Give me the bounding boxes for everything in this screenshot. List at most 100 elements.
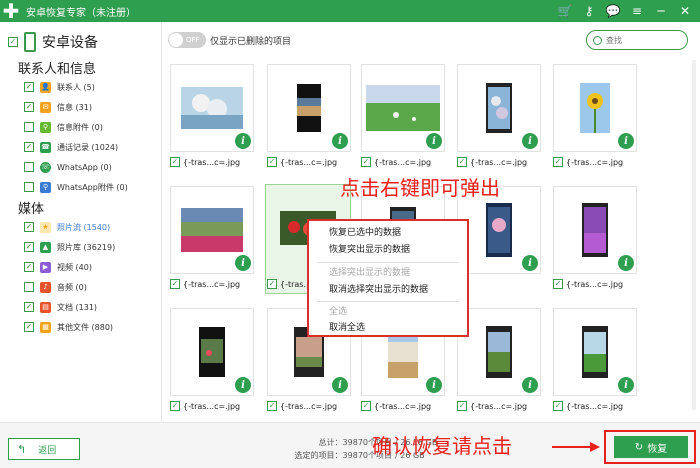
file-checkbox[interactable] <box>267 157 277 167</box>
file-checkbox[interactable] <box>361 401 371 411</box>
sidebar-item-messages[interactable]: ✉ 信息 (31) <box>24 100 92 114</box>
menu-item-select-all[interactable]: 全选 <box>329 305 347 319</box>
video-icon: ▶ <box>40 261 51 273</box>
file-checkbox[interactable] <box>553 401 563 411</box>
file-caption[interactable]: {-tras...c=.jpg <box>170 278 240 290</box>
context-menu: 恢复已选中的数据 恢复突出显示的数据 选择突出显示的数据 取消选择突出显示的数据… <box>307 219 469 337</box>
call-log-icon: ☎ <box>40 141 51 153</box>
cart-icon[interactable]: 🛒 <box>554 0 576 22</box>
photo-thumbnail[interactable]: i <box>553 186 637 274</box>
file-caption[interactable]: {-tras...c=.jpg <box>267 156 337 168</box>
recover-button[interactable]: ↻ 恢复 <box>614 436 688 458</box>
sidebar-item-audio[interactable]: ♪ 音频 (0) <box>24 280 87 294</box>
sidebar-item-documents[interactable]: ▤ 文档 (131) <box>24 300 97 314</box>
item-checkbox[interactable] <box>24 162 34 172</box>
sidebar-item-call-log[interactable]: ☎ 通话记录 (1024) <box>24 140 118 154</box>
toggle-state-label: OFF <box>186 36 200 44</box>
menu-item-select-highlighted[interactable]: 选择突出显示的数据 <box>329 266 410 280</box>
back-arrow-icon: ↰ <box>17 442 27 456</box>
info-icon[interactable]: i <box>522 255 538 271</box>
file-caption[interactable]: {-tras...c=.jpg <box>170 156 240 168</box>
info-icon[interactable]: i <box>618 377 634 393</box>
file-caption[interactable]: {-tras...c=.jpg <box>457 400 527 412</box>
item-checkbox[interactable] <box>24 102 34 112</box>
deleted-only-toggle[interactable]: OFF <box>168 32 206 48</box>
photo-thumbnail[interactable]: i <box>267 64 351 152</box>
search-input[interactable] <box>606 35 676 45</box>
photo-thumbnail[interactable]: i <box>170 186 254 274</box>
file-checkbox[interactable] <box>361 157 371 167</box>
info-icon[interactable]: i <box>426 377 442 393</box>
menu-item-deselect-highlighted[interactable]: 取消选择突出显示的数据 <box>329 283 428 297</box>
file-checkbox[interactable] <box>553 279 563 289</box>
file-checkbox[interactable] <box>457 157 467 167</box>
sidebar-item-message-attachments[interactable]: ⚲ 信息附件 (0) <box>24 120 103 134</box>
photo-thumbnail[interactable]: i <box>170 308 254 396</box>
close-icon[interactable]: ✕ <box>674 0 696 22</box>
info-icon[interactable]: i <box>332 377 348 393</box>
menu-item-recover-highlighted[interactable]: 恢复突出显示的数据 <box>329 243 410 257</box>
info-icon[interactable]: i <box>522 133 538 149</box>
item-checkbox[interactable] <box>24 242 34 252</box>
file-caption[interactable]: {-tras...c=.jpg <box>361 400 431 412</box>
sidebar-item-contacts[interactable]: 👤 联系人 (5) <box>24 80 95 94</box>
chat-icon[interactable]: 💬 <box>602 0 624 22</box>
sidebar-item-whatsapp-attachments[interactable]: ⚲ WhatsApp附件 (0) <box>24 180 128 194</box>
item-checkbox[interactable] <box>24 222 34 232</box>
file-checkbox[interactable] <box>553 157 563 167</box>
menu-icon[interactable]: ≡ <box>626 0 648 22</box>
file-checkbox[interactable] <box>170 401 180 411</box>
photo-thumbnail[interactable]: i <box>457 308 541 396</box>
item-checkbox[interactable] <box>24 182 34 192</box>
photo-thumbnail[interactable]: i <box>457 64 541 152</box>
menu-item-deselect-all[interactable]: 取消全选 <box>329 321 365 335</box>
info-icon[interactable]: i <box>332 133 348 149</box>
key-icon[interactable]: ⚷ <box>578 0 600 22</box>
item-checkbox[interactable] <box>24 82 34 92</box>
photo-thumbnail[interactable]: i <box>553 308 637 396</box>
menu-item-recover-selected[interactable]: 恢复已选中的数据 <box>329 226 401 240</box>
item-checkbox[interactable] <box>24 122 34 132</box>
file-caption[interactable]: {-tras...c=.jpg <box>361 156 431 168</box>
file-checkbox[interactable] <box>267 401 277 411</box>
info-icon[interactable]: i <box>522 377 538 393</box>
info-icon[interactable]: i <box>426 133 442 149</box>
file-checkbox[interactable] <box>267 279 277 289</box>
photo-image <box>486 326 512 378</box>
photo-thumbnail[interactable]: i <box>553 64 637 152</box>
sidebar-item-whatsapp[interactable]: ☏ WhatsApp (0) <box>24 160 112 174</box>
grid-scrollbar[interactable] <box>692 60 696 410</box>
item-checkbox[interactable] <box>24 262 34 272</box>
device-row[interactable]: 安卓设备 <box>8 32 98 52</box>
photo-image <box>366 85 440 131</box>
file-caption[interactable]: {-tras...c=.jpg <box>553 156 623 168</box>
photo-thumbnail[interactable]: i <box>361 64 445 152</box>
info-icon[interactable]: i <box>618 255 634 271</box>
minimize-icon[interactable]: ─ <box>650 0 672 22</box>
search-box[interactable] <box>586 30 688 50</box>
info-icon[interactable]: i <box>618 133 634 149</box>
item-checkbox[interactable] <box>24 142 34 152</box>
file-caption[interactable]: {-tras...c=.jpg <box>267 400 337 412</box>
file-caption[interactable]: {-tras...c=.jpg <box>457 156 527 168</box>
file-checkbox[interactable] <box>457 401 467 411</box>
file-checkbox[interactable] <box>170 279 180 289</box>
file-caption[interactable]: {-tras...c=.jpg <box>170 400 240 412</box>
sidebar-item-video[interactable]: ▶ 视频 (40) <box>24 260 92 274</box>
file-caption[interactable]: {-tras...c=.jpg <box>553 278 623 290</box>
sidebar-item-other-files[interactable]: ▦ 其他文件 (880) <box>24 320 113 334</box>
sidebar-item-photo-library[interactable]: ▲ 照片库 (36219) <box>24 240 115 254</box>
info-icon[interactable]: i <box>235 133 251 149</box>
app-title: 安卓恢复专家（未注册） <box>26 7 136 19</box>
item-checkbox[interactable] <box>24 322 34 332</box>
back-button[interactable]: ↰ 返回 <box>8 438 80 460</box>
info-icon[interactable]: i <box>235 377 251 393</box>
sidebar-item-photo-stream[interactable]: ★ 照片流 (1540) <box>24 220 110 234</box>
info-icon[interactable]: i <box>235 255 251 271</box>
photo-thumbnail[interactable]: i <box>170 64 254 152</box>
device-checkbox[interactable] <box>8 37 18 47</box>
file-caption[interactable]: {-tras...c=.jpg <box>553 400 623 412</box>
file-checkbox[interactable] <box>170 157 180 167</box>
item-checkbox[interactable] <box>24 282 34 292</box>
item-checkbox[interactable] <box>24 302 34 312</box>
